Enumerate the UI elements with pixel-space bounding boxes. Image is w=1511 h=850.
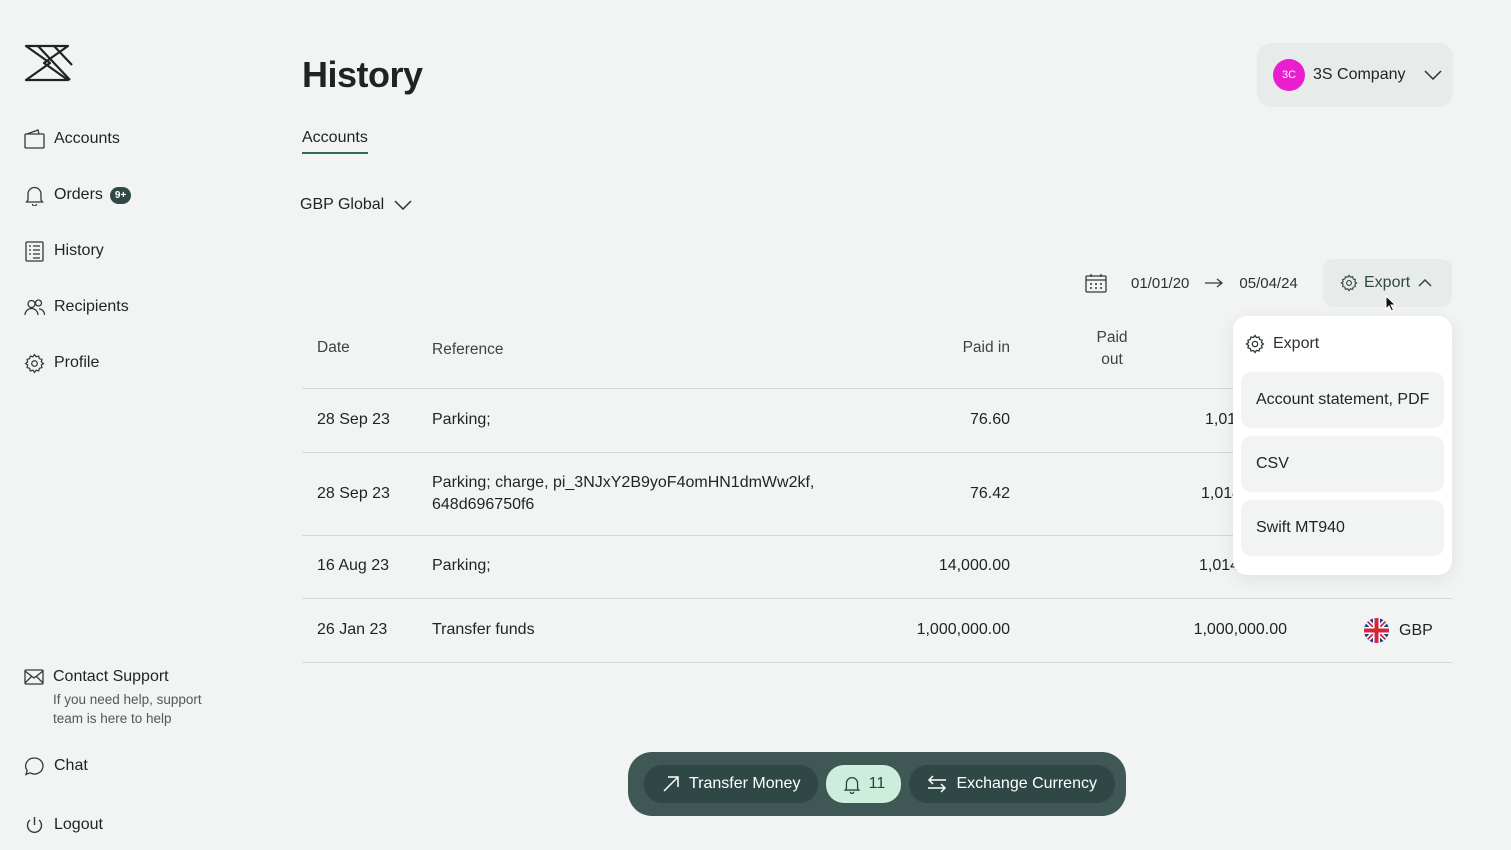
chevron-down-icon <box>1423 70 1442 80</box>
bell-icon <box>843 775 861 794</box>
sidebar-item-orders[interactable]: Orders 9+ <box>24 180 132 210</box>
date-range[interactable]: 01/01/20 05/04/24 <box>1085 270 1298 296</box>
sidebar-item-recipients[interactable]: Recipients <box>24 292 129 322</box>
chat-label: Chat <box>54 757 88 774</box>
company-name: 3S Company <box>1313 66 1406 83</box>
chat-bubble-icon <box>24 756 45 777</box>
chevron-up-icon <box>1418 279 1432 287</box>
date-from[interactable]: 01/01/20 <box>1131 275 1189 292</box>
table-row[interactable]: 26 Jan 23 Transfer funds 1,000,000.00 1,… <box>302 599 1452 663</box>
chat-link[interactable]: Chat <box>24 751 88 781</box>
export-menu: Export Account statement, PDF CSV Swift … <box>1233 316 1452 575</box>
currency-cell: GBP <box>1364 618 1433 643</box>
sidebar-item-label: Profile <box>54 354 100 371</box>
logout-label: Logout <box>54 816 103 833</box>
uk-flag-icon <box>1364 618 1389 643</box>
document-icon <box>24 240 45 262</box>
users-icon <box>24 297 45 318</box>
logout-link[interactable]: Logout <box>24 810 103 840</box>
action-bar: Transfer Money 11 Exchange Currency <box>628 752 1126 816</box>
contact-support[interactable]: Contact Support If you need help, suppor… <box>24 668 224 728</box>
exchange-arrows-icon <box>927 775 947 793</box>
bell-icon <box>24 185 45 206</box>
gear-icon <box>24 353 45 374</box>
gear-icon <box>1340 274 1358 292</box>
sidebar-item-profile[interactable]: Profile <box>24 348 99 378</box>
col-paid-out: Paid out <box>1096 329 1128 368</box>
export-csv-option[interactable]: CSV <box>1241 436 1444 492</box>
contact-support-text: If you need help, support team is here t… <box>53 692 202 726</box>
contact-support-title: Contact Support <box>53 668 169 685</box>
arrow-up-right-icon <box>662 775 680 793</box>
tab-accounts[interactable]: Accounts <box>302 129 368 154</box>
col-paid-in: Paid in <box>962 339 1010 356</box>
mail-icon <box>24 669 44 685</box>
transfer-money-button[interactable]: Transfer Money <box>644 765 819 803</box>
sidebar-item-accounts[interactable]: Accounts <box>24 124 120 154</box>
sidebar-item-label: Recipients <box>54 298 129 315</box>
notifications-count: 11 <box>868 775 886 792</box>
account-select-value: GBP Global <box>300 196 385 213</box>
export-label: Export <box>1364 274 1411 291</box>
col-date: Date <box>317 339 350 356</box>
gear-icon <box>1245 334 1265 354</box>
mouse-cursor <box>1385 295 1397 312</box>
page-title: History <box>302 54 423 95</box>
export-pdf-option[interactable]: Account statement, PDF <box>1241 372 1444 428</box>
orders-badge: 9+ <box>109 186 132 204</box>
chevron-down-icon <box>394 200 412 210</box>
date-to[interactable]: 05/04/24 <box>1239 275 1297 292</box>
power-icon <box>24 815 45 836</box>
export-swift-option[interactable]: Swift MT940 <box>1241 500 1444 556</box>
calendar-icon[interactable] <box>1085 273 1107 293</box>
arrow-right-icon <box>1205 278 1224 288</box>
currency-code: GBP <box>1399 621 1433 639</box>
wallet-icon <box>24 128 45 150</box>
company-switcher[interactable]: 3C 3S Company <box>1257 43 1453 107</box>
account-select[interactable]: GBP Global <box>300 196 412 214</box>
logo[interactable] <box>24 43 74 83</box>
notifications-button[interactable]: 11 <box>826 765 902 803</box>
sidebar-item-history[interactable]: History <box>24 236 104 266</box>
sidebar-item-label: Accounts <box>54 130 120 147</box>
sidebar-item-label: Orders <box>54 186 103 203</box>
sidebar-item-label: History <box>54 242 104 259</box>
export-menu-header: Export <box>1241 324 1444 364</box>
col-reference: Reference <box>432 341 504 358</box>
avatar: 3C <box>1273 59 1305 91</box>
exchange-currency-button[interactable]: Exchange Currency <box>909 765 1115 803</box>
